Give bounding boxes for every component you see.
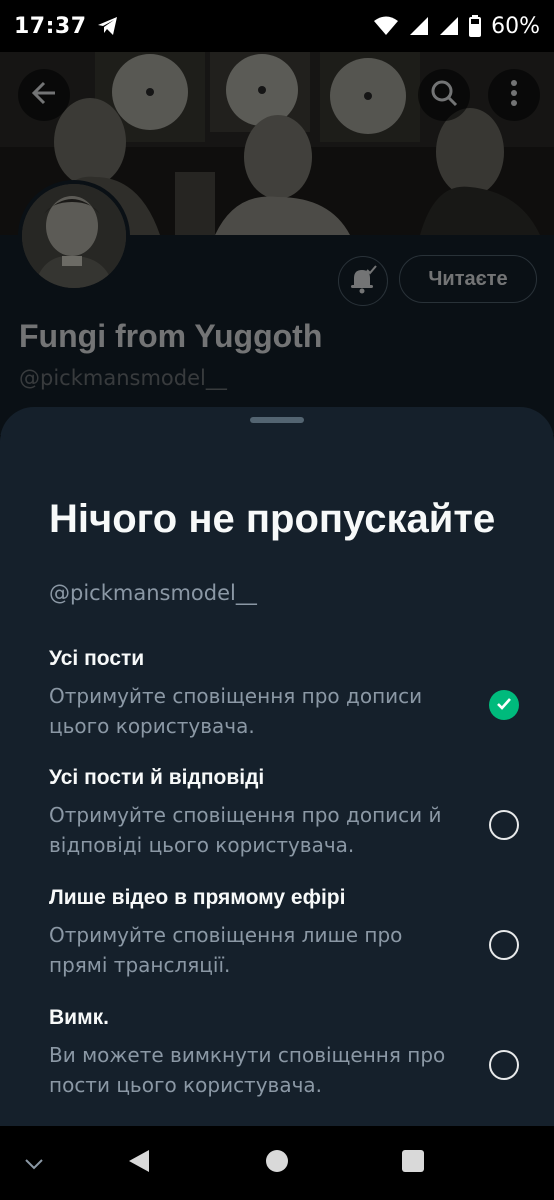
sheet-handle: @pickmansmodel__	[49, 581, 257, 605]
signal-icon	[409, 16, 429, 36]
battery-icon	[469, 15, 482, 37]
radio-unselected[interactable]	[489, 930, 519, 960]
sheet-grabber[interactable]	[250, 417, 304, 423]
telegram-icon	[97, 16, 119, 36]
option-description: Отримуйте сповіщення лише про прямі тран…	[49, 923, 403, 977]
sheet-title: Нічого не пропускайте	[49, 497, 496, 541]
recents-square-icon	[401, 1149, 425, 1177]
check-icon	[496, 696, 512, 715]
radio-selected[interactable]	[489, 690, 519, 720]
signal-icon	[439, 16, 459, 36]
option-description: Ви можете вимкнути сповіщення про пости …	[49, 1043, 446, 1097]
battery-percent: 60%	[491, 13, 540, 39]
status-bar: 17:37 60%	[0, 0, 554, 52]
back-triangle-icon	[127, 1148, 151, 1178]
home-circle-icon	[264, 1148, 290, 1178]
nav-recents-button[interactable]	[398, 1148, 428, 1178]
option-title: Лише відео в прямому ефірі	[49, 886, 346, 909]
option-live-video-only[interactable]: Лише відео в прямому ефірі Отримуйте спо…	[49, 886, 519, 980]
option-description: Отримуйте сповіщення про дописи й відпов…	[49, 803, 442, 857]
nav-home-button[interactable]	[262, 1148, 292, 1178]
radio-unselected[interactable]	[489, 1050, 519, 1080]
option-title: Вимк.	[49, 1006, 109, 1029]
option-description: Отримуйте сповіщення про дописи цього ко…	[49, 684, 423, 738]
option-title: Усі пости	[49, 647, 145, 670]
wifi-icon	[373, 16, 399, 36]
radio-unselected[interactable]	[489, 810, 519, 840]
system-nav-bar	[0, 1126, 554, 1200]
option-off[interactable]: Вимк. Ви можете вимкнути сповіщення про …	[49, 1006, 519, 1100]
notification-bottom-sheet: Нічого не пропускайте @pickmansmodel__ У…	[0, 407, 554, 1147]
chevron-down-icon	[24, 1155, 44, 1174]
nav-back-button[interactable]	[124, 1148, 154, 1178]
option-all-posts[interactable]: Усі пости Отримуйте сповіщення про допис…	[49, 647, 519, 741]
nav-collapse-button[interactable]	[20, 1150, 48, 1178]
option-title: Усі пости й відповіді	[49, 766, 265, 789]
status-time: 17:37	[14, 13, 87, 39]
option-posts-and-replies[interactable]: Усі пости й відповіді Отримуйте сповіщен…	[49, 766, 519, 860]
